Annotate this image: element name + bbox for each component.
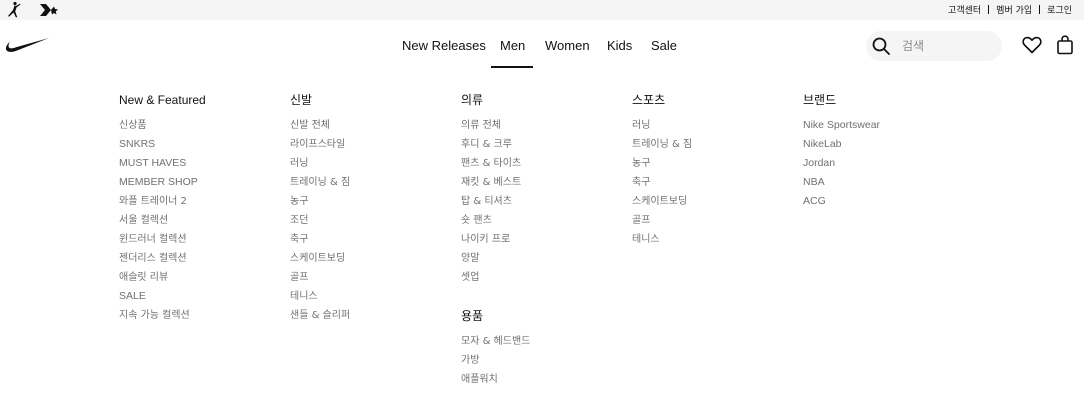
menu-column-title[interactable]: 신발 [290, 93, 350, 119]
customer-center-link[interactable]: 고객센터 [948, 3, 981, 16]
menu-link[interactable]: 신상품 [119, 119, 206, 138]
login-link[interactable]: 로그인 [1047, 3, 1072, 16]
menu-link[interactable]: Nike Sportswear [803, 119, 880, 138]
utility-divider [1039, 5, 1041, 14]
search-input[interactable] [902, 36, 994, 56]
top-utility-bar: 고객센터 멤버 가입 로그인 [0, 0, 1084, 20]
utility-links: 고객센터 멤버 가입 로그인 [948, 3, 1072, 16]
menu-link[interactable]: 축구 [290, 233, 350, 252]
nav-men[interactable]: Men [500, 38, 525, 53]
menu-link[interactable]: 라이프스타일 [290, 138, 350, 157]
nav-sale[interactable]: Sale [651, 38, 677, 53]
menu-link[interactable]: MEMBER SHOP [119, 176, 206, 195]
menu-link[interactable]: MUST HAVES [119, 157, 206, 176]
menu-link[interactable]: 의류 전체 [461, 119, 521, 138]
menu-link[interactable]: 골프 [290, 271, 350, 290]
menu-column-shoes: 신발 신발 전체 라이프스타일 러닝 트레이닝 & 짐 농구 조던 축구 스케이… [290, 93, 350, 328]
menu-link[interactable]: 테니스 [632, 233, 692, 252]
menu-column-title[interactable]: 스포츠 [632, 93, 692, 119]
menu-link[interactable]: 셋업 [461, 271, 521, 290]
menu-link[interactable]: 트레이닝 & 짐 [290, 176, 350, 195]
search-box[interactable] [866, 31, 1002, 61]
menu-link[interactable]: 농구 [632, 157, 692, 176]
menu-link[interactable]: 탑 & 티셔츠 [461, 195, 521, 214]
menu-link[interactable]: 축구 [632, 176, 692, 195]
menu-column-title[interactable]: 의류 [461, 93, 521, 119]
menu-link[interactable]: 농구 [290, 195, 350, 214]
heart-icon[interactable] [1022, 36, 1042, 58]
join-member-link[interactable]: 멤버 가입 [996, 3, 1032, 16]
menu-column-title[interactable]: New & Featured [119, 93, 206, 119]
menu-column-title[interactable]: 브랜드 [803, 93, 880, 119]
menu-link[interactable]: 윈드러너 컬렉션 [119, 233, 206, 252]
menu-link[interactable]: 트레이닝 & 짐 [632, 138, 692, 157]
menu-link[interactable]: 숏 팬츠 [461, 214, 521, 233]
menu-link[interactable]: 러닝 [290, 157, 350, 176]
active-nav-indicator [491, 66, 533, 68]
menu-link[interactable]: 가방 [461, 354, 530, 373]
nav-new-releases[interactable]: New Releases [402, 38, 486, 53]
menu-link[interactable]: NBA [803, 176, 880, 195]
menu-link[interactable]: ACG [803, 195, 880, 214]
menu-link[interactable]: 와플 트레이너 2 [119, 195, 206, 214]
menu-link[interactable]: 후디 & 크루 [461, 138, 521, 157]
utility-divider [988, 5, 990, 14]
menu-link[interactable]: NikeLab [803, 138, 880, 157]
menu-link[interactable]: 신발 전체 [290, 119, 350, 138]
menu-column-featured: New & Featured 신상품 SNKRS MUST HAVES MEMB… [119, 93, 206, 328]
menu-link[interactable]: 재킷 & 베스트 [461, 176, 521, 195]
menu-link[interactable]: 골프 [632, 214, 692, 233]
menu-link[interactable]: 지속 가능 컬렉션 [119, 309, 206, 328]
menu-link[interactable]: SNKRS [119, 138, 206, 157]
menu-link[interactable]: 서울 컬렉션 [119, 214, 206, 233]
bag-icon[interactable] [1056, 35, 1074, 59]
menu-column-clothing: 의류 의류 전체 후디 & 크루 팬츠 & 타이츠 재킷 & 베스트 탑 & 티… [461, 93, 521, 290]
menu-link[interactable]: 러닝 [632, 119, 692, 138]
menu-link[interactable]: 젠더리스 컬렉션 [119, 252, 206, 271]
menu-link[interactable]: 조던 [290, 214, 350, 233]
main-header: New Releases Men Women Kids Sale [0, 20, 1084, 70]
menu-link[interactable]: 애슬릿 리뷰 [119, 271, 206, 290]
menu-link[interactable]: 나이키 프로 [461, 233, 521, 252]
menu-link[interactable]: 샌들 & 슬리퍼 [290, 309, 350, 328]
nav-kids[interactable]: Kids [607, 38, 632, 53]
menu-link[interactable]: 스케이트보딩 [290, 252, 350, 271]
menu-column-sports: 스포츠 러닝 트레이닝 & 짐 농구 축구 스케이트보딩 골프 테니스 [632, 93, 692, 252]
menu-column-accessories: 용품 모자 & 헤드밴드 가방 애플워치 [461, 309, 530, 392]
menu-link[interactable]: 팬츠 & 타이츠 [461, 157, 521, 176]
menu-link[interactable]: 스케이트보딩 [632, 195, 692, 214]
menu-column-brands: 브랜드 Nike Sportswear NikeLab Jordan NBA A… [803, 93, 880, 214]
menu-column-title[interactable]: 용품 [461, 309, 530, 335]
menu-link[interactable]: Jordan [803, 157, 880, 176]
nav-women[interactable]: Women [545, 38, 590, 53]
search-icon[interactable] [871, 36, 891, 60]
menu-link[interactable]: 모자 & 헤드밴드 [461, 335, 530, 354]
menu-link[interactable]: 테니스 [290, 290, 350, 309]
menu-link[interactable]: 양말 [461, 252, 521, 271]
menu-link[interactable]: SALE [119, 290, 206, 309]
menu-link[interactable]: 애플워치 [461, 373, 530, 392]
